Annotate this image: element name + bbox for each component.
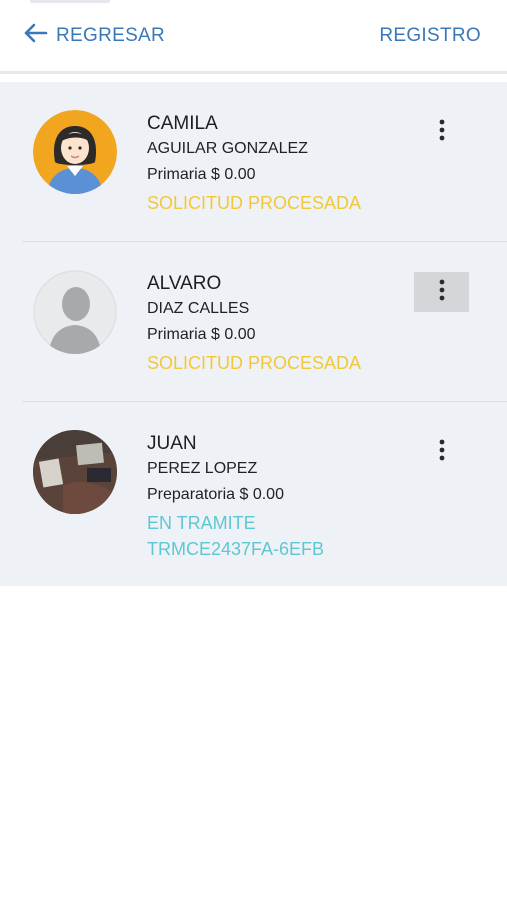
photo-avatar (33, 430, 117, 514)
more-vertical-icon (439, 438, 445, 467)
student-info: CAMILA AGUILAR GONZALEZ Primaria $ 0.00 … (147, 112, 361, 217)
more-options-button[interactable] (414, 432, 469, 472)
student-first-name: CAMILA (147, 113, 218, 134)
student-info: JUAN PEREZ LOPEZ Preparatoria $ 0.00 EN … (147, 432, 324, 561)
student-level-amount: Primaria $ 0.00 (147, 326, 256, 343)
student-list-screen: REGRESAR REGISTRO CAMILA AGUILAR GONZALE… (0, 0, 507, 900)
more-vertical-icon (439, 278, 445, 307)
student-first-name: ALVARO (147, 273, 222, 294)
status-label: SOLICITUD PROCESADA (147, 353, 362, 373)
header-tab-hint (30, 0, 110, 3)
default-user-avatar-icon (33, 270, 117, 354)
student-level-amount: Preparatoria $ 0.00 (147, 486, 284, 503)
header-divider (0, 71, 507, 74)
student-last-names: AGUILAR GONZALEZ (147, 140, 308, 157)
list-item[interactable]: ALVARO DIAZ CALLES Primaria $ 0.00 SOLIC… (0, 242, 507, 402)
arrow-left-icon (22, 22, 48, 50)
status-label: SOLICITUD PROCESADA (147, 193, 362, 213)
student-first-name: JUAN (147, 433, 197, 454)
more-options-button[interactable] (414, 112, 469, 152)
student-info: ALVARO DIAZ CALLES Primaria $ 0.00 SOLIC… (147, 272, 361, 377)
student-last-names: PEREZ LOPEZ (147, 460, 258, 477)
register-button[interactable]: REGISTRO (379, 20, 481, 52)
list-item[interactable]: CAMILA AGUILAR GONZALEZ Primaria $ 0.00 … (0, 82, 507, 242)
student-list: CAMILA AGUILAR GONZALEZ Primaria $ 0.00 … (0, 82, 507, 586)
back-button[interactable]: REGRESAR (22, 20, 165, 52)
student-level-amount: Primaria $ 0.00 (147, 166, 256, 183)
status-label: EN TRAMITE (147, 513, 256, 533)
top-bar: REGRESAR REGISTRO (0, 0, 507, 74)
student-last-names: DIAZ CALLES (147, 300, 250, 317)
back-label: REGRESAR (56, 25, 166, 46)
more-options-button[interactable] (414, 272, 469, 312)
list-item[interactable]: JUAN PEREZ LOPEZ Preparatoria $ 0.00 EN … (0, 402, 507, 586)
tracking-code: TRMCE2437FA-6EFB (147, 539, 325, 559)
more-vertical-icon (439, 118, 445, 147)
register-label: REGISTRO (379, 25, 481, 46)
girl-avatar-icon (33, 110, 117, 194)
